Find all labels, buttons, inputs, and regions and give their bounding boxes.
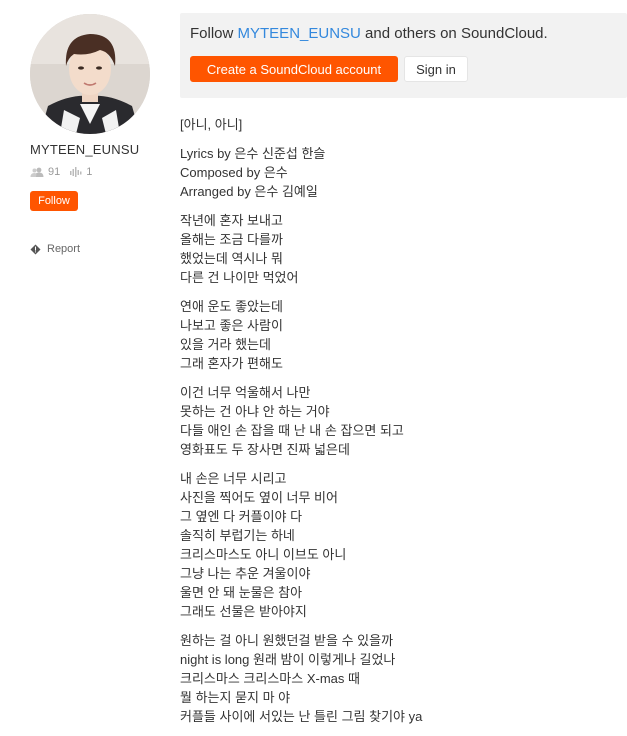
followers-count: 91 — [48, 166, 61, 178]
track-description: [아니, 아니] Lyrics by 은수 신준섭 한슬 Composed by… — [180, 115, 620, 736]
lyric-line: 못하는 건 아냐 안 하는 거야 — [180, 404, 330, 419]
username[interactable]: MYTEEN_EUNSU — [30, 142, 139, 157]
lyric-line: 올해는 조금 다를까 — [180, 232, 283, 247]
banner-suffix: and others on SoundCloud. — [360, 25, 548, 42]
lyric-line: 영화표도 두 장사면 진짜 넓은데 — [180, 442, 350, 457]
lyrics-paragraph: 이건 너무 억울해서 나만 못하는 건 아냐 안 하는 거야 다들 애인 손 잡… — [180, 383, 620, 459]
lyric-line: 크리스마스도 아니 이브도 아니 — [180, 547, 347, 562]
signup-banner: Follow MYTEEN_EUNSU and others on SoundC… — [180, 13, 627, 98]
report-label: Report — [47, 243, 81, 255]
description-paragraph: [아니, 아니] — [180, 115, 620, 134]
lyric-line: 다들 애인 손 잡을 때 난 내 손 잡으면 되고 — [180, 423, 404, 438]
lyric-line: 그래도 선물은 받아야지 — [180, 604, 307, 619]
lyrics-paragraph: 내 손은 너무 시리고 사진을 찍어도 옆이 너무 비어 그 옆엔 다 커플이야… — [180, 469, 620, 621]
report-button[interactable]: Report — [30, 243, 80, 255]
avatar[interactable] — [30, 14, 150, 134]
lyric-line: 크리스마스 크리스마스 X-mas 때 — [180, 671, 360, 686]
lyric-line: 작년에 혼자 보내고 — [180, 213, 283, 228]
lyric-line: 있을 거라 했는데 — [180, 337, 271, 352]
create-account-button[interactable]: Create a SoundCloud account — [190, 56, 398, 82]
sign-in-button[interactable]: Sign in — [404, 56, 468, 82]
lyric-line: 원하는 걸 아니 원했던걸 받을 수 있을까 — [180, 633, 394, 648]
lyrics-paragraph: 연애 운도 좋았는데 나보고 좋은 사람이 있을 거라 했는데 그래 혼자가 편… — [180, 297, 620, 373]
lyric-line: 나보고 좋은 사람이 — [180, 318, 283, 333]
lyric-line: 뭘 하는지 묻지 마 야 — [180, 690, 291, 705]
lyric-line: 그 옆엔 다 커플이야 다 — [180, 509, 303, 524]
lyric-line: 내 손은 너무 시리고 — [180, 471, 287, 486]
followers-icon — [30, 167, 44, 177]
lyrics-paragraph: 작년에 혼자 보내고 올해는 조금 다를까 했었는데 역시나 뭐 다른 건 나이… — [180, 211, 620, 287]
description-line: Arranged by 은수 김예일 — [180, 184, 318, 199]
banner-text: Follow MYTEEN_EUNSU and others on SoundC… — [190, 25, 548, 42]
report-flag-icon — [30, 244, 41, 254]
lyric-line: night is long 원래 밤이 이렇게나 길었나 — [180, 652, 396, 667]
lyric-line: 다른 건 나이만 먹었어 — [180, 270, 299, 285]
credits-paragraph: Lyrics by 은수 신준섭 한슬 Composed by 은수 Arran… — [180, 144, 620, 201]
lyric-line: 커플들 사이에 서있는 난 틀린 그림 찾기야 ya — [180, 709, 423, 724]
tracks-count: 1 — [86, 166, 93, 178]
lyric-line: 사진을 찍어도 옆이 너무 비어 — [180, 490, 338, 505]
lyric-line: 연애 운도 좋았는데 — [180, 299, 283, 314]
banner-prefix: Follow — [190, 25, 238, 42]
followers-stat[interactable]: 91 — [30, 166, 60, 178]
description-line: Composed by 은수 — [180, 165, 288, 180]
lyric-line: 그래 혼자가 편해도 — [180, 356, 283, 371]
description-line: Lyrics by 은수 신준섭 한슬 — [180, 146, 326, 161]
lyric-line: 울면 안 돼 눈물은 참아 — [180, 585, 303, 600]
lyrics-paragraph: 원하는 걸 아니 원했던걸 받을 수 있을까 night is long 원래 … — [180, 631, 620, 726]
description-line: [아니, 아니] — [180, 117, 243, 132]
follow-button[interactable]: Follow — [30, 191, 78, 211]
lyric-line: 솔직히 부럽기는 하네 — [180, 528, 295, 543]
lyric-line: 그냥 나는 추운 겨울이야 — [180, 566, 311, 581]
tracks-stat[interactable]: 1 — [70, 166, 92, 178]
lyric-line: 했었는데 역시나 뭐 — [180, 251, 283, 266]
banner-username-link[interactable]: MYTEEN_EUNSU — [238, 25, 361, 42]
tracks-icon — [70, 167, 82, 177]
profile-stats: 91 1 — [30, 166, 102, 178]
lyric-line: 이건 너무 억울해서 나만 — [180, 385, 311, 400]
